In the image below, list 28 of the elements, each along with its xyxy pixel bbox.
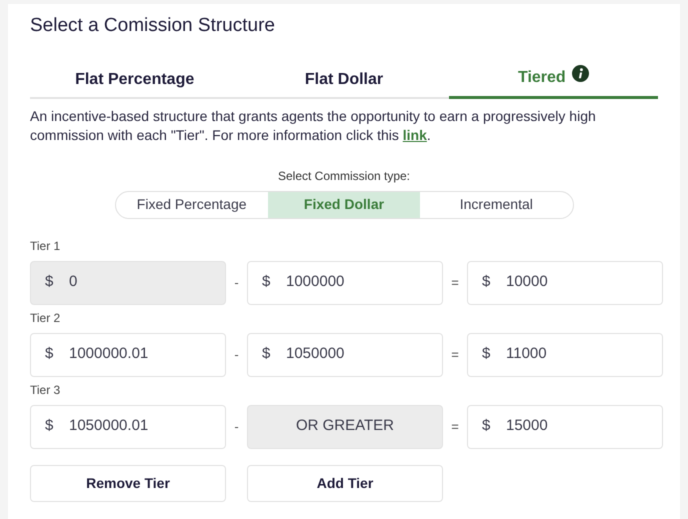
- equals-sign: =: [450, 346, 460, 364]
- input-field[interactable]: $ 1050000: [247, 332, 443, 376]
- tier-button[interactable]: Remove Tier: [30, 464, 226, 502]
- tab[interactable]: Flat Percentage: [30, 60, 240, 98]
- range-dash: -: [233, 346, 240, 364]
- description: An incentive-based structure that grants agents the opportunity to earn a progressively high commission with each "Tier". For more information click this link.: [30, 106, 597, 144]
- type-option[interactable]: Incremental: [420, 192, 572, 218]
- type-label: Select Commission type:: [276, 168, 412, 184]
- equals-sign: =: [450, 418, 460, 436]
- input-field[interactable]: $ 10000: [467, 260, 663, 304]
- tier-label: Tier 2: [30, 310, 62, 326]
- tier-label: Tier 3: [30, 382, 62, 398]
- input-field[interactable]: $ 15000: [467, 404, 663, 448]
- input-field[interactable]: $ 1050000.01: [30, 404, 226, 448]
- input-field[interactable]: $ 1000000: [247, 260, 443, 304]
- tab[interactable]: Tiered: [448, 60, 658, 98]
- input-field[interactable]: $ 11000: [467, 332, 663, 376]
- tier-button[interactable]: Add Tier: [247, 464, 443, 502]
- type-option[interactable]: Fixed Dollar: [268, 192, 420, 218]
- type-option[interactable]: Fixed Percentage: [116, 192, 268, 218]
- range-dash: -: [233, 418, 240, 436]
- info-link[interactable]: link: [402, 126, 427, 142]
- input-field[interactable]: $ 1000000.01: [30, 332, 226, 376]
- tier-label: Tier 1: [30, 238, 62, 254]
- tab[interactable]: Flat Dollar: [239, 60, 449, 98]
- equals-sign: =: [450, 274, 460, 292]
- section-title: Select a Comission Structure: [30, 14, 276, 38]
- range-dash: -: [233, 274, 240, 292]
